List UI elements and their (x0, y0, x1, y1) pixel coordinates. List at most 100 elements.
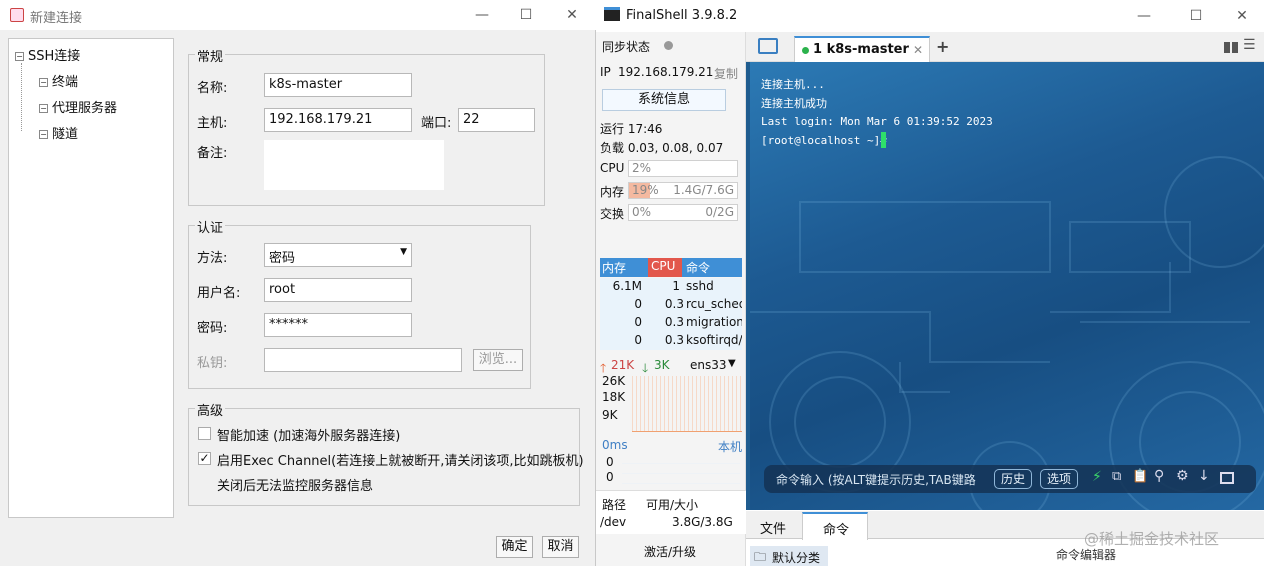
tab-files[interactable]: 文件 (760, 518, 786, 537)
tree-item-ssh[interactable]: − SSH连接 (15, 45, 80, 64)
monitor-sidebar: 同步状态 IP 192.168.179.21 复制 系统信息 运行 17:46 … (596, 32, 746, 566)
process-table-header: 内存 CPU 命令 (600, 258, 742, 277)
ip-value: 192.168.179.21 (618, 65, 714, 79)
col-cpu[interactable]: CPU (648, 258, 682, 277)
expand-icon[interactable]: − (39, 130, 48, 139)
terminal-screen[interactable]: 连接主机... 连接主机成功 Last login: Mon Mar 6 01:… (750, 62, 1264, 510)
finalshell-window: FinalShell 3.9.8.2 — ☐ ✕ 同步状态 IP 192.168… (596, 0, 1264, 566)
expand-icon[interactable]: − (39, 104, 48, 113)
disk-table: 路径 可用/大小 /dev 3.8G/3.8G (596, 490, 746, 534)
table-row[interactable]: 0 0.3 migration/ (600, 314, 742, 332)
browse-button[interactable]: 浏览... (473, 349, 523, 371)
sync-status-label: 同步状态 (602, 40, 651, 54)
paste-icon[interactable]: 📋 (1132, 469, 1148, 484)
history-button[interactable]: 历史 (994, 469, 1033, 489)
username-label: 用户名: (197, 286, 241, 301)
exec-channel-checkbox[interactable]: ✓ (198, 452, 211, 465)
session-tabbar: 1 k8s-master ✕ + ☰ (746, 32, 1264, 63)
net-tick: 26K (602, 374, 626, 388)
ping-host[interactable]: 本机 (718, 438, 742, 455)
arrow-down-icon[interactable]: ↓ (1198, 468, 1210, 484)
collapse-icon[interactable]: − (15, 52, 24, 61)
note-label: 备注: (197, 146, 228, 161)
cpu-meter: 2% (628, 160, 738, 177)
net-interface-select[interactable]: ens33 (690, 358, 727, 372)
close-tab-icon[interactable]: ✕ (913, 43, 923, 57)
name-input[interactable]: k8s-master (264, 73, 412, 97)
tree-item-proxy[interactable]: − 代理服务器 (39, 97, 117, 116)
sync-status-icon (664, 41, 673, 50)
password-label: 密码: (197, 321, 228, 336)
close-icon[interactable]: ✕ (1232, 6, 1252, 26)
menu-icon[interactable]: ☰ (1243, 37, 1256, 53)
minimize-icon[interactable]: — (472, 5, 492, 25)
maximize-icon[interactable]: ☐ (1186, 6, 1206, 26)
expand-icon[interactable]: − (39, 78, 48, 87)
swap-meter: 0% 0/2G (628, 204, 738, 221)
tree-item-terminal[interactable]: − 终端 (39, 71, 78, 90)
chevron-down-icon[interactable]: ▼ (728, 358, 736, 369)
accel-label: 智能加速 (加速海外服务器连接) (217, 429, 401, 444)
net-tick: 18K (602, 390, 626, 404)
group-title: 认证 (195, 217, 226, 236)
grid-view-icon[interactable] (1224, 42, 1238, 53)
tree-item-tunnel[interactable]: − 隧道 (39, 123, 78, 142)
network-graph (632, 376, 742, 432)
col-usage: 可用/大小 (646, 498, 699, 512)
terminal-line: 连接主机... (761, 78, 825, 91)
tab-k8s-master[interactable]: 1 k8s-master ✕ (794, 36, 930, 63)
system-info-button[interactable]: 系统信息 (602, 89, 726, 111)
command-input[interactable]: 命令输入 (按ALT键提示历史,TAB键路 (776, 471, 976, 488)
search-icon[interactable]: ⚲ (1154, 468, 1164, 484)
folder-open-icon[interactable] (758, 38, 778, 54)
ok-button[interactable]: 确定 (496, 536, 533, 558)
net-upload: 21K (611, 358, 635, 372)
dialog-title: 新建连接 (30, 11, 83, 26)
copy-icon[interactable]: ⧉ (1112, 469, 1121, 484)
terminal-panel: 1 k8s-master ✕ + ☰ 连接主机... 连接主机成功 Last l… (746, 32, 1264, 510)
watermark: @稀土掘金技术社区 (1084, 530, 1220, 548)
private-key-input[interactable] (264, 348, 462, 372)
password-input[interactable]: ****** (264, 313, 412, 337)
note-textarea[interactable] (264, 140, 444, 190)
gear-icon[interactable]: ⚙ (1176, 468, 1189, 484)
name-label: 名称: (197, 81, 228, 96)
table-row[interactable]: 0 0.3 rcu_sched (600, 296, 742, 314)
accel-checkbox[interactable] (198, 427, 211, 440)
exec-channel-note: 关闭后无法监控服务器信息 (217, 479, 374, 494)
add-tab-icon[interactable]: + (936, 37, 949, 56)
java-app-icon (10, 8, 24, 22)
port-input[interactable]: 22 (458, 108, 535, 132)
app-titlebar: FinalShell 3.9.8.2 — ☐ ✕ (596, 0, 1264, 32)
table-row[interactable]: 0 0.3 ksoftirqd/ (600, 332, 742, 350)
table-row[interactable]: 6.1M 1 sshd (600, 278, 742, 296)
copy-ip-link[interactable]: 复制 (714, 65, 738, 82)
exec-channel-label: 启用Exec Channel(若连接上就被断开,请关闭该项,比如跳板机) (217, 454, 584, 469)
ping-tick: 0 (606, 455, 614, 469)
bottom-panel: 文件 命令 🗀 默认分类 命令编辑器 @稀土掘金技术社区 (746, 510, 1264, 566)
lightning-icon[interactable]: ⚡ (1092, 469, 1102, 485)
tree-guide (21, 63, 22, 131)
col-command[interactable]: 命令 (686, 259, 710, 276)
minimize-icon[interactable]: — (1134, 6, 1154, 26)
command-input-bar[interactable]: 命令输入 (按ALT键提示历史,TAB键路 历史 选项 ⚡ ⧉ 📋 ⚲ ⚙ ↓ (764, 465, 1256, 493)
memory-label: 内存 (600, 185, 625, 199)
tab-commands[interactable]: 命令 (802, 512, 868, 540)
cancel-button[interactable]: 取消 (542, 536, 579, 558)
host-input[interactable]: 192.168.179.21 (264, 108, 412, 132)
host-label: 主机: (197, 116, 228, 131)
private-key-label: 私钥: (197, 356, 228, 371)
col-path: 路径 (602, 498, 627, 512)
group-title: 高级 (195, 400, 226, 419)
close-icon[interactable]: ✕ (562, 5, 582, 25)
method-select[interactable]: 密码 ▼ (264, 243, 412, 267)
col-memory[interactable]: 内存 (602, 259, 626, 276)
swap-label: 交换 (600, 207, 625, 221)
window-icon[interactable] (1220, 472, 1234, 484)
maximize-icon[interactable]: ☐ (516, 5, 536, 25)
upgrade-link[interactable]: 激活/升级 (644, 543, 696, 560)
new-connection-dialog: 新建连接 — ☐ ✕ − SSH连接 − 终端 − 代理服务器 − 隧道 常规 名称: … (0, 0, 596, 566)
default-category-item[interactable]: 🗀 默认分类 (750, 546, 828, 566)
options-button[interactable]: 选项 (1040, 469, 1079, 489)
username-input[interactable]: root (264, 278, 412, 302)
